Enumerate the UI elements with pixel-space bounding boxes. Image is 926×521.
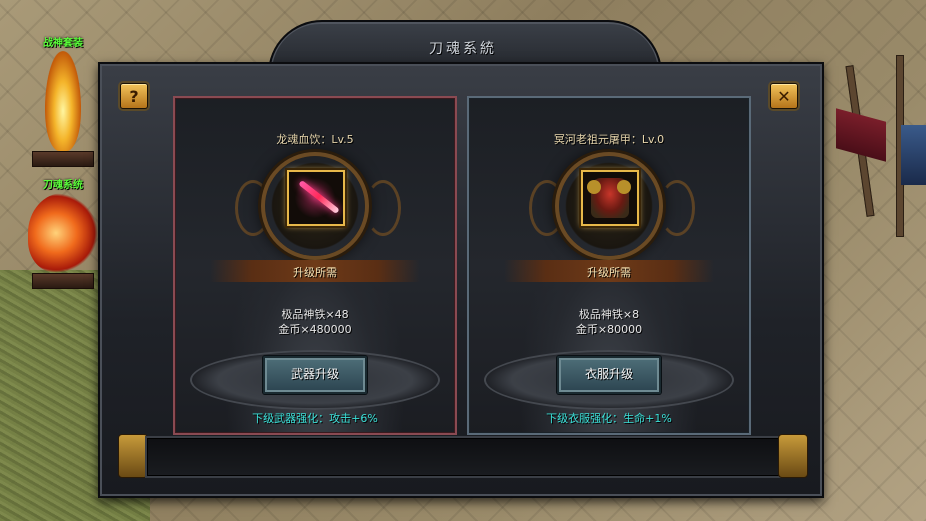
- requirement-banner: 升级所需: [210, 260, 420, 282]
- cost-line: 金币×480000: [278, 323, 352, 336]
- weapon-upgrade-button[interactable]: 武器升级: [263, 356, 367, 394]
- bonus-text: 下级衣服强化：生命+1%: [546, 412, 672, 425]
- cost-line: 金币×80000: [575, 323, 643, 336]
- pedestal: [32, 151, 94, 167]
- dialog-title: 刀魂系統: [429, 41, 497, 57]
- requirement-label: 升级所需: [293, 266, 337, 279]
- help-button[interactable]: ?: [120, 83, 148, 109]
- requirement-label: 升级所需: [587, 266, 631, 279]
- item-name: 冥河老祖元屠甲：Lv.0: [553, 133, 665, 146]
- golden-flame-icon: [45, 51, 81, 151]
- market-stall: [826, 55, 926, 265]
- bonus-text: 下级武器强化：攻击+6%: [252, 412, 378, 425]
- wing-right: [365, 180, 401, 236]
- weapon-upgrade-card: 龙魂血饮：Lv.5 升级所需 极品神铁×48 金币×480000 武器升级 下级…: [173, 96, 457, 435]
- cost-line: 极品神铁×48: [281, 308, 349, 321]
- close-button[interactable]: ✕: [770, 83, 798, 109]
- bar-corner-right: [778, 434, 808, 478]
- bottom-bar: [145, 436, 781, 478]
- requirement-banner: 升级所需: [504, 260, 714, 282]
- armor-upgrade-button[interactable]: 衣服升级: [557, 356, 661, 394]
- wing-right: [659, 180, 695, 236]
- scene-label-1: 战神套装: [43, 38, 83, 49]
- sword-icon[interactable]: [287, 170, 345, 226]
- red-flame-icon: [28, 193, 98, 273]
- pedestal: [32, 273, 94, 289]
- bar-corner-left: [118, 434, 148, 478]
- item-name: 龙魂血饮：Lv.5: [276, 133, 354, 146]
- armor-icon[interactable]: [581, 170, 639, 226]
- cost-line: 极品神铁×8: [578, 308, 640, 321]
- armor-upgrade-card: 冥河老祖元屠甲：Lv.0 升级所需 极品神铁×8 金币×80000 衣服升级 下…: [467, 96, 751, 435]
